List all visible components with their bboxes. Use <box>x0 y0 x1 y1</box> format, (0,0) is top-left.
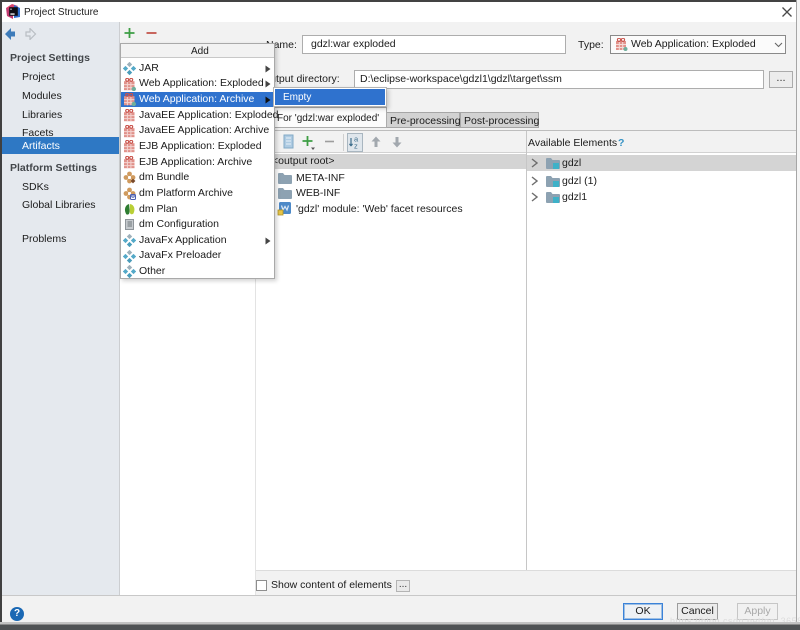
svg-text:z: z <box>354 142 358 151</box>
